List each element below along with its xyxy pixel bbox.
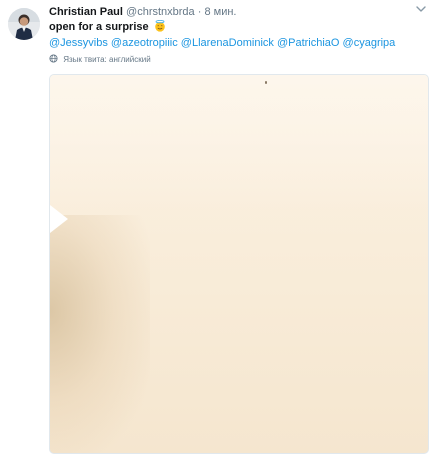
tweet: Christian Paul @chrstnxbrda · 8 мин. ope… (0, 0, 435, 461)
smiling-face-with-halo-icon (154, 20, 165, 32)
user-handle[interactable]: @chrstnxbrda (126, 6, 195, 18)
photo-shadow (50, 215, 150, 453)
photo-glare (50, 75, 428, 215)
avatar[interactable] (8, 8, 40, 40)
mentions-line: @Jessyvibs @azeotropiiic @LlarenaDominic… (49, 35, 395, 51)
mention-link[interactable]: @cyagripa (343, 37, 396, 49)
timestamp[interactable]: 8 мин. (204, 6, 236, 18)
tweet-text-content: open for a surprise (49, 21, 149, 33)
display-name[interactable]: Christian Paul (49, 6, 123, 18)
photo-speck (265, 81, 267, 84)
tweet-text: open for a surprise (49, 19, 166, 35)
mention-link[interactable]: @PatrichiaO (277, 37, 340, 49)
photo-edge-highlight (50, 205, 68, 233)
mention-link[interactable]: @Jessyvibs (49, 37, 108, 49)
avatar-image (8, 8, 40, 40)
chevron-down-icon[interactable] (415, 4, 427, 14)
mention-link[interactable]: @azeotropiiic (111, 37, 178, 49)
mention-link[interactable]: @LlarenaDominick (181, 37, 274, 49)
separator-dot: · (197, 6, 202, 18)
tweet-media-photo[interactable] (49, 74, 429, 454)
tweet-header: Christian Paul @chrstnxbrda · 8 мин. (49, 4, 427, 20)
globe-icon (49, 54, 58, 63)
tweet-language: Язык твита: английский (49, 54, 151, 66)
tweet-language-label: Язык твита: английский (63, 55, 151, 64)
